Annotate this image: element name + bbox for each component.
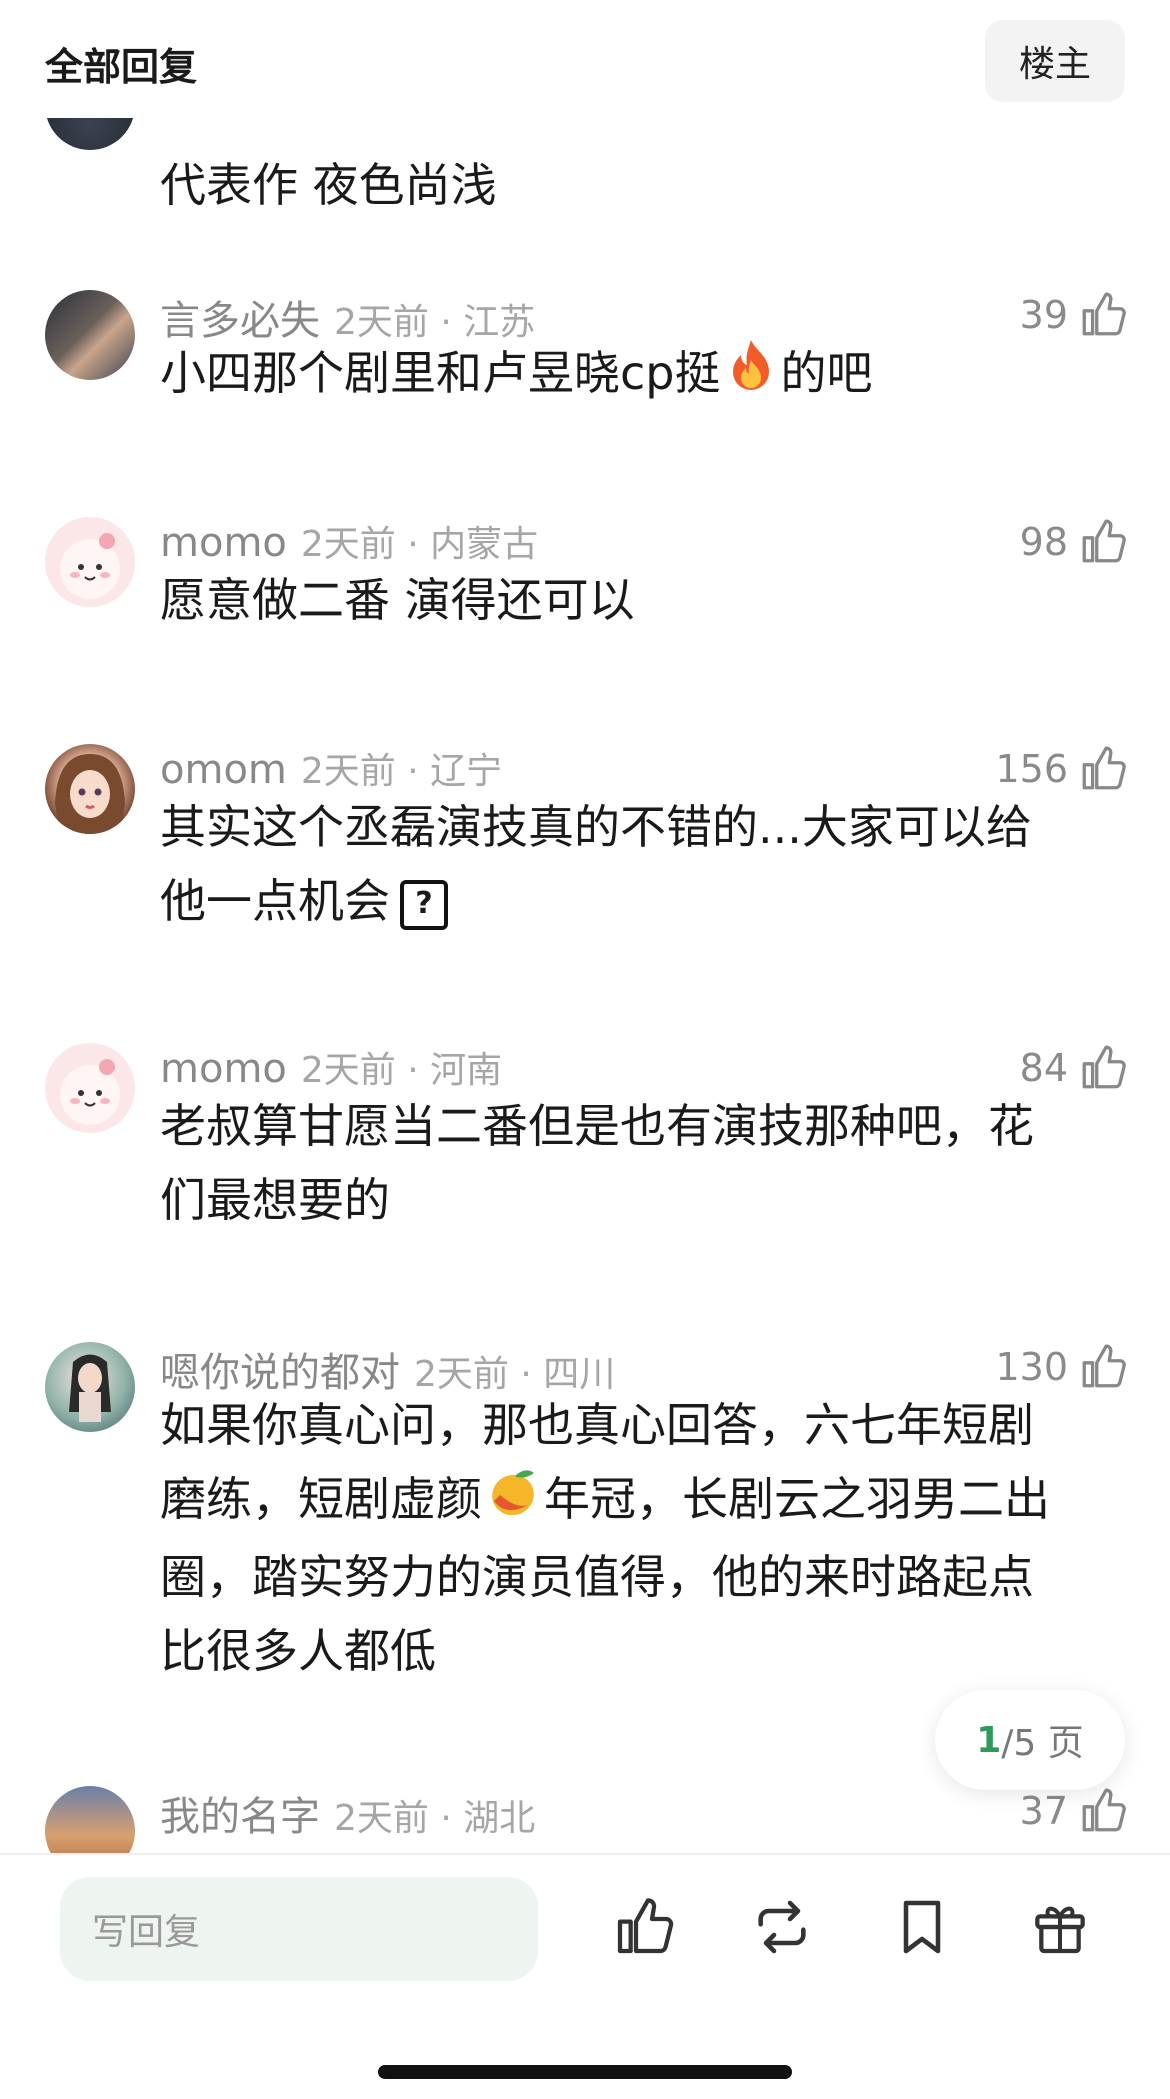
page-header: 全部回复 楼主	[0, 0, 1170, 118]
bottom-action-bar: 写回复	[0, 1853, 1170, 2099]
like-button[interactable]: 84	[1020, 1043, 1128, 1093]
op-filter-button[interactable]: 楼主	[985, 20, 1125, 102]
thumbs-up-icon[interactable]	[612, 1895, 676, 1959]
page-indicator[interactable]: 1/5 页	[935, 1690, 1125, 1790]
timestamp-location: 2天前 · 河南	[300, 1050, 503, 1091]
timestamp-location: 2天前 · 内蒙古	[300, 524, 539, 565]
like-button[interactable]: 156	[995, 744, 1128, 794]
avatar[interactable]	[45, 1786, 135, 1853]
like-count: 37	[1019, 1789, 1068, 1833]
home-indicator	[378, 2065, 792, 2079]
username[interactable]: momo	[160, 520, 287, 566]
username[interactable]: momo	[160, 1046, 287, 1092]
reply-input[interactable]: 写回复	[60, 1877, 538, 1981]
like-button[interactable]: 37	[1020, 1786, 1128, 1836]
like-button[interactable]: 98	[1020, 517, 1128, 567]
timestamp-location: 2天前 · 辽宁	[300, 751, 503, 792]
like-count: 39	[1019, 293, 1068, 337]
comment-text: 如果你真心问，那也真心回答，六七年短剧 磨练，短剧虚颜 年冠，长剧云之羽男二出 圈…	[160, 1398, 1050, 1678]
thumbs-up-icon	[1082, 519, 1126, 563]
mango-emoji-icon	[486, 1465, 540, 1540]
avatar[interactable]	[45, 517, 135, 607]
thumbs-up-icon	[1082, 1788, 1126, 1832]
username[interactable]: omom	[160, 747, 287, 793]
avatar[interactable]	[45, 744, 135, 834]
thumbs-up-icon	[1082, 292, 1126, 336]
repost-icon[interactable]	[750, 1895, 814, 1959]
current-page: 1	[976, 1719, 1002, 1761]
comment-text: 老叔算甘愿当二番但是也有演技那种吧，花 们最想要的	[160, 1099, 1034, 1227]
avatar[interactable]	[45, 1342, 135, 1432]
gift-icon[interactable]	[1028, 1895, 1092, 1959]
thumbs-up-icon	[1082, 746, 1126, 790]
like-count: 84	[1019, 1046, 1068, 1090]
like-count: 98	[1019, 520, 1068, 564]
comment-text: 愿意做二番 演得还可以	[160, 573, 635, 627]
comment-text: 代表作 夜色尚浅	[160, 158, 497, 212]
timestamp-location: 2天前 · 湖北	[334, 1798, 536, 1839]
fire-emoji-icon	[725, 338, 777, 415]
avatar[interactable]	[45, 290, 135, 380]
bookmark-icon[interactable]	[890, 1895, 954, 1959]
comment-list: 代表作 夜色尚浅 言多必失 2天前 · 江苏 39 小四那个剧里和卢昱晓cp挺 的吧…	[0, 0, 1170, 1853]
comment-text: 小四那个剧里和卢昱晓cp挺 的吧	[160, 336, 1100, 415]
like-count: 156	[995, 747, 1068, 791]
thumbs-up-icon	[1082, 1344, 1126, 1388]
username[interactable]: 我的名字	[160, 1794, 320, 1840]
thumbs-up-icon	[1082, 1045, 1126, 1089]
like-button[interactable]: 39	[1020, 290, 1128, 340]
total-pages: /5 页	[1001, 1723, 1084, 1764]
comment-text: 其实这个丞磊演技真的不错的...大家可以给 他一点机会?	[160, 800, 1032, 930]
like-button[interactable]: 130	[995, 1342, 1128, 1392]
avatar[interactable]	[45, 1043, 135, 1133]
page-title: 全部回复	[45, 45, 198, 89]
unknown-emoji-icon: ?	[400, 879, 448, 930]
like-count: 130	[995, 1345, 1068, 1389]
